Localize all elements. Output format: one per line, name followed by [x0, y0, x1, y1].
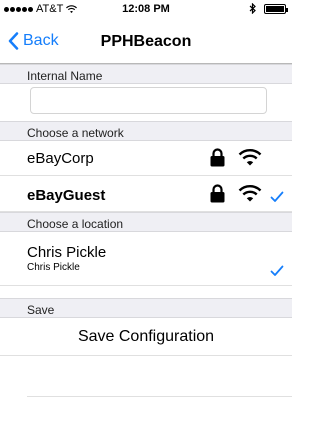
section-header-network: Choose a network — [0, 121, 292, 141]
network-label: eBayGuest — [27, 187, 106, 204]
location-subtitle: Chris Pickle — [27, 262, 80, 273]
divider — [27, 396, 292, 397]
network-label: eBayCorp — [27, 150, 94, 167]
battery-level — [266, 5, 284, 12]
section-header-save: Save — [0, 298, 292, 318]
status-right — [249, 3, 288, 14]
network-row-ebayguest[interactable]: eBayGuest — [0, 176, 292, 212]
internal-name-input[interactable] — [30, 87, 267, 114]
save-configuration-button[interactable]: Save Configuration — [0, 318, 292, 356]
section-header-internal-name: Internal Name — [0, 64, 292, 84]
wifi-icon — [238, 149, 262, 166]
battery-icon — [264, 3, 288, 14]
checkmark-icon — [270, 265, 284, 276]
section-header-location: Choose a location — [0, 212, 292, 232]
wifi-icon — [238, 185, 262, 202]
lock-icon — [210, 184, 225, 203]
lock-icon — [210, 148, 225, 167]
navigation-bar: Back PPHBeacon — [0, 20, 292, 64]
location-title: Chris Pickle — [27, 244, 107, 261]
page-title: PPHBeacon — [100, 33, 192, 50]
status-bar: AT&T 12:08 PM — [0, 0, 292, 20]
bluetooth-icon — [249, 3, 256, 14]
network-row-ebaycorp[interactable]: eBayCorp — [0, 141, 292, 176]
checkmark-icon — [270, 191, 284, 202]
